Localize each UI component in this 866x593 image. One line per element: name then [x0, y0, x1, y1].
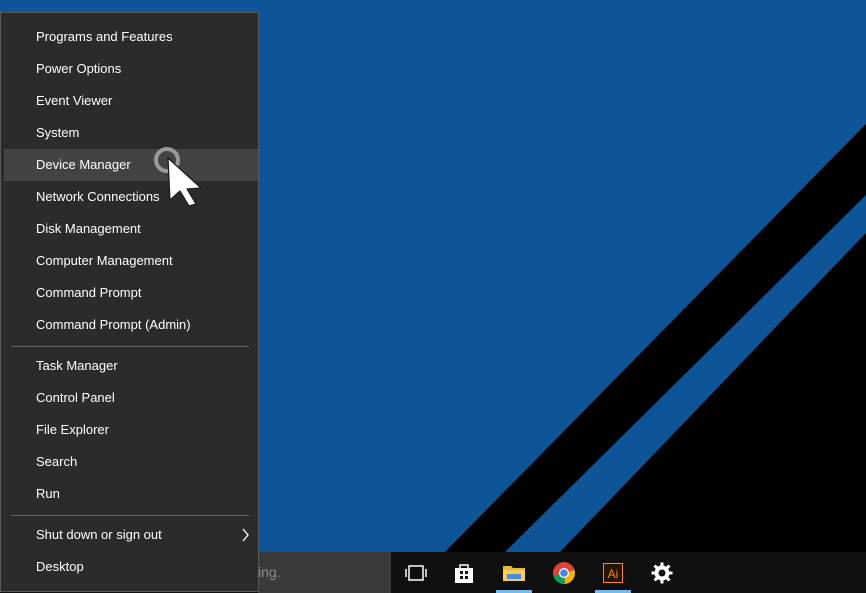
- menu-item-label: Command Prompt (Admin): [36, 317, 191, 332]
- menu-item-label: Search: [36, 454, 78, 469]
- menu-item-label: Network Connections: [36, 189, 160, 204]
- menu-separator: [11, 515, 249, 516]
- store-icon[interactable]: [444, 552, 484, 593]
- menu-item-label: File Explorer: [36, 422, 109, 437]
- menu-item-label: Run: [36, 486, 60, 501]
- menu-item-label: Event Viewer: [36, 93, 113, 108]
- menu-item-event-viewer[interactable]: Event Viewer: [4, 85, 258, 117]
- illustrator-icon[interactable]: Ai: [593, 552, 633, 593]
- menu-item-label: Desktop: [36, 559, 84, 574]
- menu-item-label: Command Prompt: [36, 285, 142, 300]
- taskbar-search-text: ing.: [258, 564, 281, 580]
- menu-item-power-options[interactable]: Power Options: [4, 53, 258, 85]
- illustrator-label: Ai: [603, 562, 623, 583]
- menu-item-device-manager[interactable]: Device Manager: [4, 149, 258, 181]
- menu-item-programs-and-features[interactable]: Programs and Features: [4, 21, 258, 53]
- menu-item-desktop[interactable]: Desktop: [4, 551, 258, 583]
- menu-item-file-explorer[interactable]: File Explorer: [4, 414, 258, 446]
- menu-item-command-prompt-admin[interactable]: Command Prompt (Admin): [4, 309, 258, 341]
- menu-item-run[interactable]: Run: [4, 478, 258, 510]
- menu-item-disk-management[interactable]: Disk Management: [4, 213, 258, 245]
- menu-separator: [11, 346, 249, 347]
- menu-item-label: Task Manager: [36, 358, 118, 373]
- chevron-right-icon: [242, 528, 249, 542]
- menu-item-computer-management[interactable]: Computer Management: [4, 245, 258, 277]
- menu-item-label: Programs and Features: [36, 29, 173, 44]
- menu-item-label: Device Manager: [36, 157, 131, 172]
- file-explorer-icon[interactable]: [494, 552, 534, 593]
- menu-item-label: Disk Management: [36, 221, 141, 236]
- menu-item-label: Computer Management: [36, 253, 173, 268]
- mouse-cursor-icon: [154, 147, 202, 207]
- power-user-menu: Programs and Features Power Options Even…: [0, 12, 259, 592]
- menu-item-system[interactable]: System: [4, 117, 258, 149]
- menu-item-shut-down-or-sign-out[interactable]: Shut down or sign out: [4, 519, 258, 551]
- menu-item-label: Power Options: [36, 61, 122, 76]
- menu-item-command-prompt[interactable]: Command Prompt: [4, 277, 258, 309]
- menu-item-label: System: [36, 125, 80, 140]
- menu-item-control-panel[interactable]: Control Panel: [4, 382, 258, 414]
- menu-item-task-manager[interactable]: Task Manager: [4, 350, 258, 382]
- menu-item-label: Control Panel: [36, 390, 115, 405]
- menu-item-label: Shut down or sign out: [36, 527, 162, 542]
- menu-item-search[interactable]: Search: [4, 446, 258, 478]
- task-view-icon[interactable]: [396, 552, 436, 593]
- chrome-icon[interactable]: [544, 552, 584, 593]
- settings-icon[interactable]: [642, 552, 682, 593]
- menu-item-network-connections[interactable]: Network Connections: [4, 181, 258, 213]
